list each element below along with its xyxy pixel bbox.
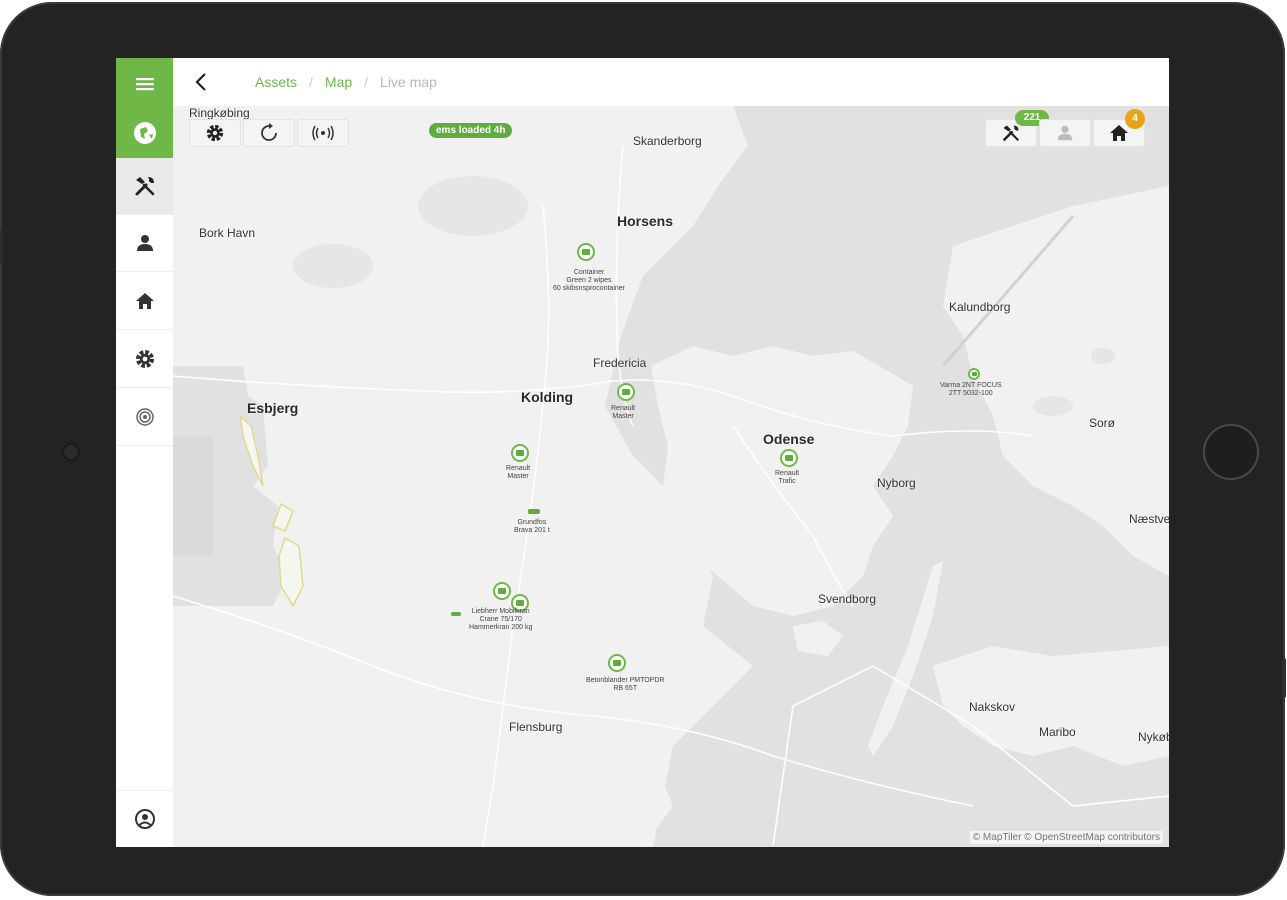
city-label: Bork Havn	[199, 226, 256, 240]
map-attribution[interactable]: © MapTiler © OpenStreetMap contributors	[969, 831, 1163, 844]
asset-marker-label: Liebherr Mobilkran Crane 75/170 Hammerkr…	[469, 608, 533, 631]
hamburger-icon	[135, 78, 154, 91]
asset-marker-label: Renault Trafic	[775, 470, 800, 485]
gear-icon	[206, 124, 224, 142]
sidebar-item-tools[interactable]	[116, 158, 173, 215]
city-label: Fredericia	[593, 356, 647, 370]
sidebar-item-integrations[interactable]	[116, 389, 173, 446]
breadcrumb-live-map: Live map	[380, 74, 437, 90]
asset-marker-label: Renault Master	[611, 405, 636, 420]
city-label: Maribo	[1039, 725, 1076, 739]
top-bar: Assets / Map / Live map	[173, 58, 1169, 107]
gear-icon	[135, 350, 154, 368]
volume-button	[0, 230, 3, 264]
vehicle-icon	[516, 450, 524, 456]
breadcrumb-assets[interactable]: Assets	[255, 74, 297, 90]
live-tracking-button[interactable]	[297, 119, 349, 147]
city-label: Skanderborg	[633, 134, 702, 148]
sidebar-item-account[interactable]	[116, 790, 173, 847]
vehicle-icon	[613, 660, 621, 666]
city-label: Esbjerg	[247, 400, 299, 416]
asset-marker[interactable]	[577, 243, 595, 261]
menu-button[interactable]	[116, 58, 173, 110]
vehicle-icon	[582, 249, 590, 255]
tools-icon	[1003, 125, 1019, 141]
home-icon	[1110, 125, 1128, 141]
vehicle-icon	[516, 600, 524, 606]
broadcast-icon	[312, 125, 334, 141]
asset-cluster-mini[interactable]	[451, 612, 461, 616]
sidebar	[116, 58, 174, 847]
locations-count-badge: 4	[1125, 109, 1145, 129]
asset-marker-label: Renault Master	[506, 465, 531, 480]
asset-marker-label: Varma 2NT FOCUS 2TT 5032-100	[940, 382, 1002, 397]
sidebar-item-settings[interactable]	[116, 331, 173, 388]
person-icon	[136, 235, 153, 251]
items-loaded-pill: ems loaded 4h	[429, 123, 513, 138]
breadcrumb-separator: /	[309, 74, 313, 90]
home-icon	[135, 293, 154, 309]
chevron-left-icon	[195, 73, 206, 91]
city-label: Odense	[763, 431, 815, 447]
tool-icon	[971, 372, 977, 376]
asset-marker-label: Betonblander PMTOPDR RB 65T	[586, 677, 665, 692]
vehicle-icon	[622, 389, 630, 395]
city-label: Næstved	[1129, 512, 1169, 526]
breadcrumb: Assets / Map / Live map	[255, 74, 437, 90]
home-hardware-button[interactable]	[1203, 424, 1259, 480]
city-label: Horsens	[617, 213, 674, 229]
sidebar-item-users[interactable]	[116, 215, 173, 272]
city-label: Sorø	[1089, 416, 1116, 430]
breadcrumb-separator: /	[364, 74, 369, 90]
live-map[interactable]: Ringkøbing Skanderborg Horsens Bork Havn…	[173, 106, 1169, 847]
city-label: Nakskov	[969, 700, 1016, 714]
front-camera	[64, 445, 78, 459]
city-label: Kalundborg	[949, 300, 1011, 314]
vehicle-icon	[785, 455, 793, 461]
asset-marker[interactable]	[608, 654, 626, 672]
map-settings-button[interactable]	[189, 119, 241, 147]
person-icon	[1057, 125, 1073, 141]
refresh-button[interactable]	[243, 119, 295, 147]
account-circle-icon	[134, 809, 155, 829]
asset-marker[interactable]	[511, 444, 529, 462]
asset-marker[interactable]	[493, 582, 511, 600]
vehicle-icon	[498, 588, 506, 594]
asset-marker[interactable]	[968, 368, 980, 380]
globe-icon	[133, 122, 156, 144]
sidebar-item-locations[interactable]	[116, 273, 173, 330]
city-label: Svendborg	[818, 592, 877, 606]
city-label: Nykøb	[1138, 730, 1169, 744]
fingerprint-icon	[135, 408, 154, 426]
back-button[interactable]	[173, 58, 229, 106]
breadcrumb-map[interactable]: Map	[325, 74, 352, 90]
app-screen: Assets / Map / Live map Ringkøbing Skand…	[116, 58, 1169, 847]
asset-marker[interactable]	[617, 383, 635, 401]
asset-marker-label: Grundfos Brava 201 t	[514, 519, 550, 534]
city-label: Nyborg	[877, 476, 916, 490]
tools-icon	[135, 177, 154, 196]
asset-cluster-mini[interactable]	[528, 509, 540, 514]
sidebar-item-map[interactable]	[116, 108, 173, 158]
asset-marker[interactable]	[780, 449, 798, 467]
side-button	[1282, 658, 1286, 698]
city-label: Ringkøbing	[189, 106, 250, 120]
city-label: Flensburg	[509, 720, 563, 734]
refresh-icon	[261, 123, 277, 141]
asset-marker-label: Container Green 2 wipes 60 skibsnsprocon…	[553, 269, 625, 292]
filter-users-button[interactable]	[1039, 119, 1091, 147]
city-label: Kolding	[521, 389, 574, 405]
